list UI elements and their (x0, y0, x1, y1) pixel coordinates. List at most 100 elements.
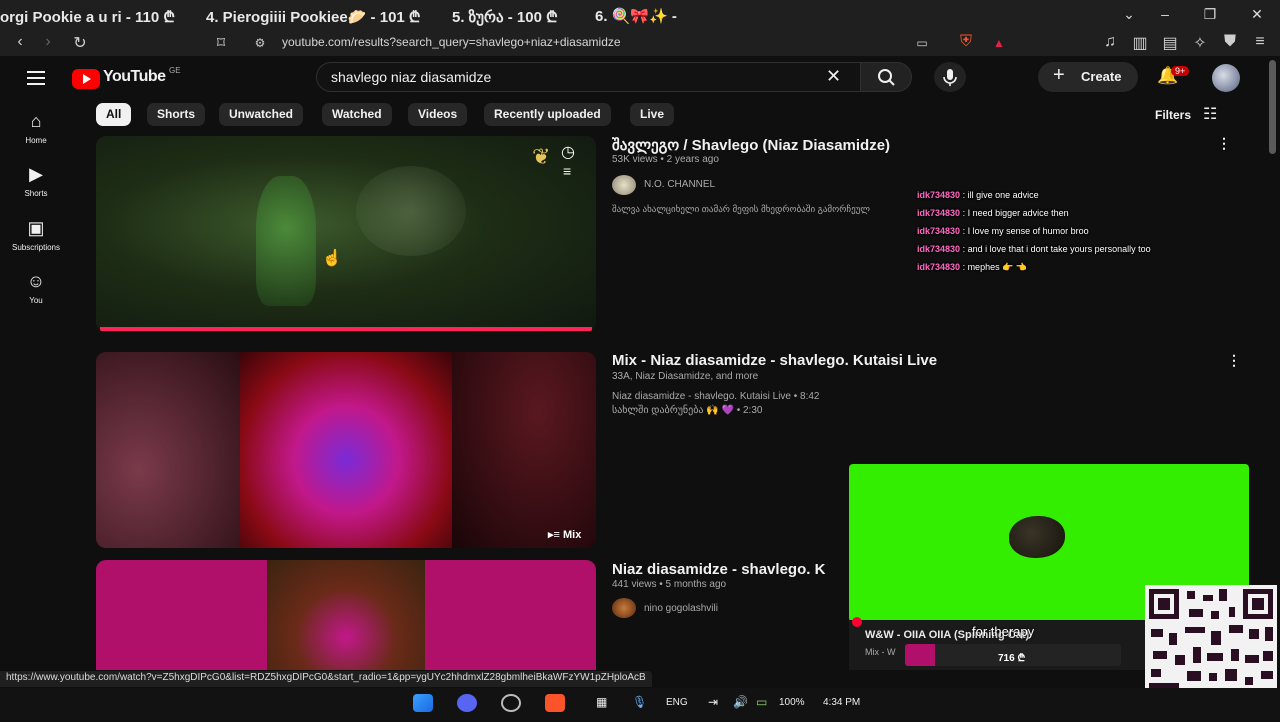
playlist-icon: ▸≡ (548, 529, 563, 541)
brave-browser-icon[interactable] (545, 694, 565, 712)
chat-username: idk734830 (917, 262, 961, 272)
video-title[interactable]: შავლეგო / Shavlego (Niaz Diasamidze) (612, 136, 890, 154)
brave-shield-icon[interactable]: ⛨ (956, 33, 976, 51)
youtube-logo-icon[interactable] (72, 69, 100, 89)
page-scrollbar[interactable] (1269, 60, 1276, 154)
search-query-text[interactable]: shavlego niaz diasamidze (331, 69, 491, 85)
video-description: შალვა ახალციხელი თამარ მეფის მხედრობაში … (612, 204, 870, 214)
clock-time[interactable]: 4:34 PM (823, 697, 860, 708)
video-title[interactable]: Niaz diasamidze - shavlego. K (612, 561, 825, 578)
subscriptions-icon: ▣ (27, 218, 45, 238)
address-bar[interactable]: youtube.com/results?search_query=shavleg… (282, 35, 621, 49)
donation-progress-fill (905, 644, 935, 666)
close-window-icon[interactable]: ✕ (1247, 6, 1267, 23)
sidebar-item-shorts[interactable]: ▶ Shorts (0, 164, 72, 198)
menu-icon[interactable]: ≡ (1250, 33, 1270, 51)
chip-live[interactable]: Live (630, 103, 675, 126)
video-thumbnail[interactable] (96, 560, 596, 670)
progress-scrubber[interactable] (852, 617, 862, 627)
sidebar-toggle-icon[interactable]: ▥ (1130, 33, 1150, 53)
video-meta: 441 views • 5 months ago (612, 579, 727, 590)
reload-icon[interactable]: ↻ (70, 33, 90, 53)
link-preview-url: https://www.youtube.com/watch?v=Z5hxgDIP… (0, 671, 652, 687)
windows-start-icon[interactable] (413, 694, 433, 712)
tab-3[interactable]: 5. ზურა - 100 ₾ (452, 7, 558, 27)
chat-text: : I need bigger advice then (962, 208, 1069, 218)
youtube-logo-text[interactable]: YouTube (103, 68, 166, 86)
minimize-icon[interactable]: – (1155, 6, 1175, 22)
forward-icon[interactable]: › (38, 33, 58, 51)
restore-icon[interactable]: ❐ (1200, 6, 1220, 23)
media-icon[interactable]: ♫ (1100, 33, 1120, 51)
mix-track-line[interactable]: Niaz diasamidze - shavlego. Kutaisi Live… (612, 391, 820, 402)
watch-later-clock-icon[interactable]: ◷ (561, 142, 575, 162)
you-icon: ☺ (26, 271, 46, 291)
menu-hamburger-icon[interactable] (27, 67, 45, 89)
search-button[interactable] (860, 62, 912, 92)
chip-watched[interactable]: Watched (322, 103, 392, 126)
channel-name[interactable]: N.O. CHANNEL (644, 179, 715, 190)
tab-2[interactable]: 4. Pierogiiii Pookiee🥟 - 101 ₾ (206, 7, 420, 27)
thumbnail-side-image (452, 352, 596, 548)
rewards-icon[interactable]: ▲ (989, 36, 1009, 50)
miniplayer-subtitle: Mix - W (865, 647, 896, 657)
mix-track-line[interactable]: სახლში დაბრუნება 🙌 💜 • 2:30 (612, 405, 762, 416)
add-to-queue-icon[interactable]: ≡ (563, 163, 571, 179)
site-settings-icon[interactable]: ⚙ (250, 36, 270, 50)
microphone-tray-icon[interactable]: 🎙 (632, 695, 647, 709)
account-avatar[interactable] (1212, 64, 1240, 92)
wallet-icon[interactable]: ▤ (1160, 33, 1180, 53)
browser-tab-bar: orgi Pookie a u ri - 110 ₾ 4. Pierogiiii… (0, 0, 1280, 30)
tab-list-icon[interactable]: ⌄ (1119, 6, 1139, 23)
sidebar-item-subscriptions[interactable]: ▣ Subscriptions (0, 218, 72, 252)
microphone-icon (943, 69, 957, 86)
language-indicator[interactable]: ENG (666, 697, 688, 708)
chip-all[interactable]: All (96, 103, 132, 126)
video-title[interactable]: Mix - Niaz diasamidze - shavlego. Kutais… (612, 352, 937, 369)
sidebar-item-label: Home (25, 136, 47, 145)
region-code: GE (169, 66, 181, 75)
chat-username: idk734830 (917, 226, 961, 236)
discord-icon[interactable] (457, 694, 477, 712)
browser-nav-bar: ‹ › ↻ ⌑ ⚙ youtube.com/results?search_que… (0, 30, 1280, 56)
chat-text: : and i love that i dont take yours pers… (962, 244, 1151, 254)
home-icon: ⌂ (30, 111, 42, 131)
sidebar-item-home[interactable]: ⌂ Home (0, 111, 72, 145)
battery-icon[interactable]: ▭ (756, 695, 767, 709)
video-thumbnail[interactable]: ◷ ≡ ❦ (96, 136, 596, 332)
mix-thumbnail[interactable]: ▸≡ Mix (96, 352, 596, 548)
channel-avatar[interactable] (612, 175, 636, 195)
chat-message: idk734830 : and i love that i dont take … (917, 244, 1151, 254)
chip-videos[interactable]: Videos (408, 103, 468, 126)
bookmark-icon[interactable]: ⌑ (211, 33, 231, 53)
vpn-icon[interactable]: ⛊ (1220, 33, 1240, 51)
sidebar-item-you[interactable]: ☺ You (0, 271, 72, 305)
cast-icon[interactable]: ▭ (912, 36, 932, 50)
clear-search-icon[interactable]: ✕ (826, 66, 841, 87)
obs-icon[interactable] (501, 694, 521, 712)
overlay-caption: for therapy (972, 624, 1035, 639)
chat-message: idk734830 : ill give one advice (917, 190, 1039, 200)
chip-shorts[interactable]: Shorts (147, 103, 206, 126)
sidebar-item-label: Subscriptions (11, 243, 61, 252)
more-actions-icon[interactable]: ⋮ (1227, 352, 1241, 369)
more-actions-icon[interactable]: ⋮ (1217, 135, 1231, 152)
chip-unwatched[interactable]: Unwatched (219, 103, 304, 126)
leo-ai-icon[interactable]: ✧ (1190, 33, 1210, 53)
tab-4[interactable]: 6. 🍭🎀✨ - (595, 7, 677, 25)
channel-avatar[interactable] (612, 598, 636, 618)
plus-icon: + (1053, 64, 1065, 86)
battery-percent: 100% (779, 697, 805, 708)
chip-recently-uploaded[interactable]: Recently uploaded (484, 103, 611, 126)
notification-count-badge: 9+ (1171, 66, 1190, 76)
network-icon[interactable]: ⇥ (708, 695, 718, 709)
chat-text: : mephes 👉 👈 (962, 262, 1027, 272)
voice-search-button[interactable] (934, 62, 966, 92)
volume-icon[interactable]: 🔊 (733, 695, 748, 709)
filters-button[interactable]: Filters (1155, 108, 1191, 122)
filters-sliders-icon[interactable]: ☷ (1203, 104, 1217, 124)
task-view-icon[interactable]: ▦ (596, 695, 607, 709)
channel-name[interactable]: nino gogolashvili (644, 603, 718, 614)
back-icon[interactable]: ‹ (10, 33, 30, 51)
tab-1[interactable]: orgi Pookie a u ri - 110 ₾ (0, 7, 175, 27)
